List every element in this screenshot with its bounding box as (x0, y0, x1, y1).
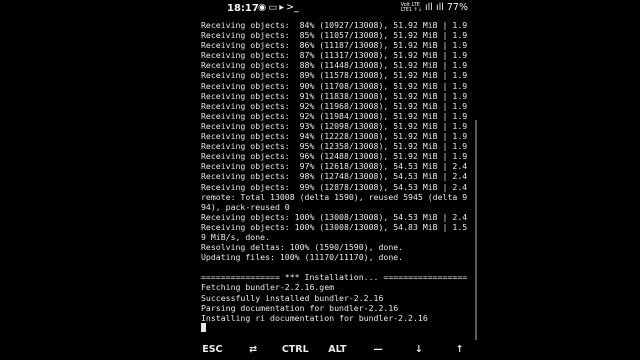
terminal-scrollbar[interactable] (475, 120, 477, 340)
terminal-line: Receiving objects: 89% (11578/13008), 51… (201, 70, 468, 81)
notification-icon-2: ▭ (268, 2, 278, 13)
terminal-line: Receiving objects: 95% (12358/13008), 51… (201, 141, 468, 152)
terminal-output[interactable]: Receiving objects: 84% (10927/13008), 51… (201, 20, 477, 336)
terminal-line: Parsing documentation for bundler-2.2.16 (201, 302, 399, 313)
terminal-line: Receiving objects: 99% (12878/13008), 54… (201, 181, 468, 192)
tab-key[interactable]: ⇄ (241, 344, 265, 355)
terminal-line: Receiving objects: 84% (10927/13008), 51… (201, 20, 468, 30)
esc-key[interactable]: ESC (200, 344, 224, 355)
arrow-down-key[interactable]: ↓ (407, 344, 431, 355)
phone-screen: 18:17 ◉ ▭ ▸ >_ Volt LTE LTE1 ↑↓ ıll ıll … (192, 0, 480, 360)
terminal-line: Receiving objects: 87% (11317/13008), 51… (201, 50, 468, 61)
terminal-line: Receiving objects: 100% (13008/13008), 5… (201, 221, 468, 232)
terminal-line: Receiving objects: 98% (12748/13008), 54… (201, 171, 468, 182)
terminal-line: Fetching bundler-2.2.16.gem (201, 282, 335, 293)
terminal-line: Receiving objects: 93% (12098/13008), 51… (201, 120, 468, 131)
terminal-line: Receiving objects: 86% (11187/13008), 51… (201, 40, 468, 51)
terminal-line: Receiving objects: 100% (13008/13008), 5… (201, 211, 468, 222)
status-bar: 18:17 ◉ ▭ ▸ >_ Volt LTE LTE1 ↑↓ ıll ıll … (192, 0, 480, 18)
terminal-line: 9 MiB/s, done. (201, 231, 271, 242)
ctrl-key[interactable]: CTRL (282, 344, 309, 355)
terminal-line: Successfully installed bundler-2.2.16 (201, 292, 384, 303)
notification-icon-3: ▸ (279, 2, 285, 13)
terminal-line: Receiving objects: 96% (12488/13008), 51… (201, 151, 468, 162)
terminal-line: Receiving objects: 85% (11057/13008), 51… (201, 30, 468, 41)
terminal-line: Installing ri documentation for bundler-… (201, 312, 428, 323)
terminal-line: 94), pack-reused 0 (201, 201, 290, 212)
network-label: Volt LTE LTE1 ↑↓ (400, 1, 423, 13)
terminal-line: Receiving objects: 94% (12228/13008), 51… (201, 131, 468, 142)
status-time: 18:17 (227, 3, 259, 14)
left-letterbox (0, 0, 192, 360)
terminal-line: Receiving objects: 90% (11708/13008), 51… (201, 80, 468, 91)
signal-icon-2: ıll (435, 2, 444, 13)
status-system-icons: Volt LTE LTE1 ↑↓ ıll ıll 77% (401, 2, 468, 13)
terminal-line: Receiving objects: 97% (12618/13008), 54… (201, 161, 468, 172)
terminal-prompt-line (201, 323, 477, 333)
terminal-line: Receiving objects: 91% (11838/13008), 51… (201, 90, 468, 101)
terminal-line: remote: Total 13008 (delta 1590), reused… (201, 191, 468, 202)
dash-key[interactable]: — (366, 344, 390, 355)
terminal-line: Receiving objects: 92% (11984/13008), 51… (201, 110, 468, 121)
status-notification-icons: ◉ ▭ ▸ >_ (258, 2, 299, 13)
terminal-line: ================ *** Installation... ===… (201, 272, 468, 283)
notification-icon-1: ◉ (258, 2, 267, 13)
signal-icon: ıll (425, 2, 433, 13)
terminal-line: Updating files: 100% (11170/11170), done… (201, 252, 404, 263)
battery-text: 77% (446, 2, 468, 13)
terminal-line: Receiving objects: 88% (11448/13008), 51… (201, 60, 468, 71)
alt-key[interactable]: ALT (325, 344, 349, 355)
terminal-cursor (201, 323, 206, 333)
arrow-up-key[interactable]: ↑ (448, 344, 472, 355)
terminal-line: Resolving deltas: 100% (1590/1590), done… (201, 242, 404, 253)
extra-keys-bar: ESC ⇄ CTRL ALT — ↓ ↑ (192, 338, 480, 360)
terminal-notification-icon: >_ (286, 2, 299, 13)
terminal-line: Receiving objects: 92% (11968/13008), 51… (201, 100, 468, 111)
